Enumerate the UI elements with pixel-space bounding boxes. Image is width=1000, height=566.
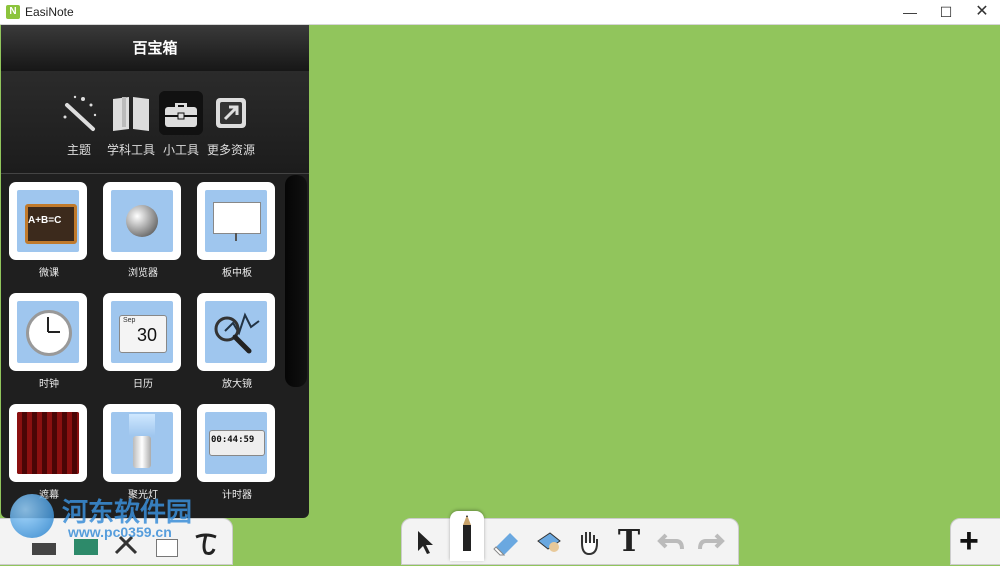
drawing-toolbar: T <box>401 511 739 565</box>
whiteboard-canvas[interactable] <box>309 25 1000 518</box>
timer-display: 00:44:59 <box>211 435 255 445</box>
tool-tile-curtain[interactable] <box>9 404 87 482</box>
panel-title: 百宝箱 <box>1 25 309 71</box>
tool-tile-timer[interactable]: 00:44:59 <box>197 404 275 482</box>
close-button[interactable]: ✕ <box>964 0 1000 24</box>
magic-wand-icon <box>63 95 97 131</box>
tool-label: 时钟 <box>39 379 59 390</box>
tool-label: 微课 <box>39 268 59 279</box>
title-bar: N EasiNote — ☐ ✕ <box>0 0 1000 25</box>
select-arrow-icon[interactable] <box>410 527 440 557</box>
category-label: 更多资源 <box>206 143 255 157</box>
blackboard-text: A+B=C <box>28 215 62 226</box>
curtain-icon <box>17 412 79 474</box>
tool-tile-clock[interactable] <box>9 293 87 371</box>
flashlight-icon <box>111 412 173 474</box>
toolbox-panel: 百宝箱 主题 学科工具 小工具 更多资源 A+B=C 微课 浏览器 板中板 时钟… <box>1 25 309 518</box>
tool-grid: A+B=C 微课 浏览器 板中板 时钟 Sep 30 日历 放大镜 遮幕 聚光灯… <box>1 175 286 518</box>
undo-icon[interactable] <box>656 527 686 557</box>
tool-tile-spotlight[interactable] <box>103 404 181 482</box>
globe-icon <box>111 190 173 252</box>
calendar-icon: Sep 30 <box>111 301 173 363</box>
minimize-button[interactable]: — <box>892 0 928 24</box>
lasso-icon[interactable] <box>534 527 564 557</box>
calendar-month: Sep <box>123 317 136 324</box>
book-icon <box>113 97 149 131</box>
tool-label: 遮幕 <box>39 490 59 501</box>
tool-tile-calendar[interactable]: Sep 30 <box>103 293 181 371</box>
tool-label: 聚光灯 <box>128 490 158 501</box>
tools-icon[interactable] <box>112 529 140 557</box>
tool-label: 放大镜 <box>222 379 252 390</box>
bottom-left-toolbar <box>0 518 233 565</box>
add-page-button[interactable]: + <box>950 518 1000 565</box>
external-link-icon <box>216 98 246 128</box>
app-logo-icon: N <box>6 5 20 19</box>
tool-label: 板中板 <box>222 268 252 279</box>
screen-icon[interactable] <box>72 529 100 557</box>
tool-label: 计时器 <box>222 490 252 501</box>
window-title: EasiNote <box>25 5 74 19</box>
maximize-button[interactable]: ☐ <box>928 0 964 24</box>
eraser-icon[interactable] <box>492 527 522 557</box>
tool-tile-browser[interactable] <box>103 182 181 260</box>
category-more-resources[interactable]: 更多资源 <box>203 91 259 161</box>
timer-icon: 00:44:59 <box>205 412 267 474</box>
blackboard-icon: A+B=C <box>17 190 79 252</box>
clock-icon <box>17 301 79 363</box>
hand-icon[interactable] <box>574 527 604 557</box>
redo-icon[interactable] <box>696 527 726 557</box>
tool-label: 日历 <box>133 379 153 390</box>
slides-icon[interactable] <box>30 529 58 557</box>
pen-icon[interactable] <box>450 511 484 561</box>
calendar-day: 30 <box>137 325 158 345</box>
tool-label: 浏览器 <box>128 268 158 279</box>
panel-scrollbar[interactable] <box>285 175 307 387</box>
category-bar: 主题 学科工具 小工具 更多资源 <box>1 71 309 174</box>
tool-tile-magnifier[interactable] <box>197 293 275 371</box>
whiteboard-icon <box>205 190 267 252</box>
magnifier-icon <box>205 301 267 363</box>
formula-icon[interactable] <box>192 529 220 557</box>
toolbox-icon <box>159 91 203 135</box>
document-icon[interactable] <box>152 529 180 557</box>
plus-icon: + <box>959 522 979 560</box>
text-icon[interactable]: T <box>614 527 644 557</box>
tool-tile-micro-lesson[interactable]: A+B=C <box>9 182 87 260</box>
tool-tile-board-in-board[interactable] <box>197 182 275 260</box>
